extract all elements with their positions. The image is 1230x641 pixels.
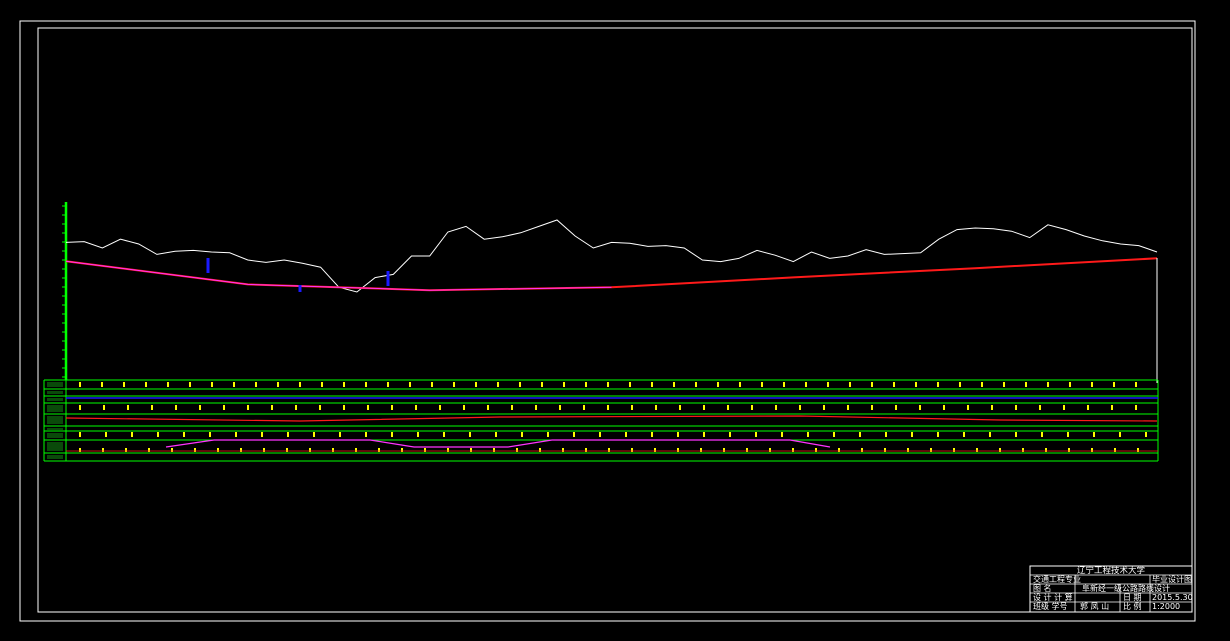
band-row-label <box>47 382 63 387</box>
band-row-label <box>47 391 63 394</box>
title-block-scale: 1:2000 <box>1152 602 1180 611</box>
title-block-date: 2015.5.30 <box>1152 593 1193 602</box>
band-row-label <box>47 416 63 424</box>
profile-view <box>62 202 1158 383</box>
inner-frame <box>37 27 1193 613</box>
band-curve-line <box>165 439 831 448</box>
title-block: 辽宁工程技术大学 交通工程专业 毕业设计图 图 名 阜新经一级公路路线设计 设 … <box>1029 565 1193 613</box>
band-row-label <box>47 398 63 401</box>
band-row-label <box>47 428 63 430</box>
title-block-drawing-name: 阜新经一级公路路线设计 <box>1082 583 1170 593</box>
band-row-label <box>47 442 63 451</box>
cad-drawing-canvas: 辽宁工程技术大学 交通工程专业 毕业设计图 图 名 阜新经一级公路路线设计 设 … <box>19 20 1196 622</box>
title-block-university: 辽宁工程技术大学 <box>1077 565 1146 576</box>
design-grade-line <box>65 257 1158 292</box>
vertical-curve-overlay <box>65 260 612 291</box>
title-block-date-label: 日 期 <box>1123 593 1142 602</box>
band-grade-line <box>65 415 1158 422</box>
title-block-scale-label: 比 例 <box>1123 601 1142 611</box>
title-block-designer-label: 设 计 计 算 <box>1033 592 1073 602</box>
outer-frame <box>19 20 1196 622</box>
title-block-student-name: 郭 凤 山 <box>1080 601 1109 611</box>
title-block-student-label: 班级 学号 <box>1033 601 1068 611</box>
band-row-label <box>47 405 63 412</box>
title-block-design-type: 毕业设计图 <box>1152 574 1192 584</box>
profile-data-bands <box>43 379 1159 462</box>
band-row-label <box>47 455 63 459</box>
title-block-drawing-label: 图 名 <box>1033 583 1052 593</box>
title-block-major: 交通工程专业 <box>1033 574 1081 584</box>
band-row-label <box>47 433 63 438</box>
